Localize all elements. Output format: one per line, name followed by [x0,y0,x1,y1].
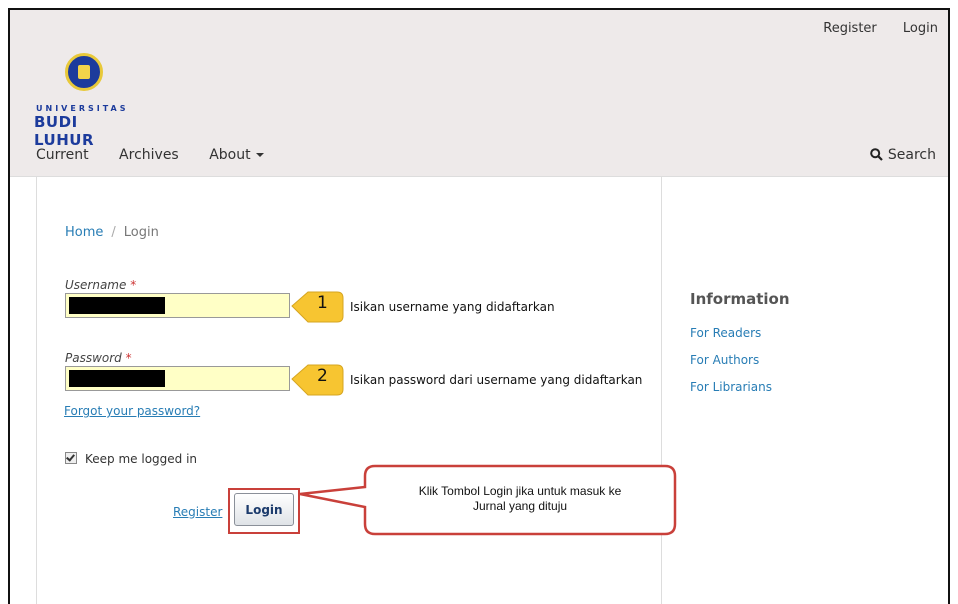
login-callout-line-2: Jurnal yang dituju [472,499,568,513]
browser-frame: Register Login UNIVERSITAS BUDI LUHUR Cu… [8,8,950,604]
login-callout-text: Klik Tombol Login jika untuk masuk ke Ju… [365,484,675,514]
login-callout-line-1: Klik Tombol Login jika untuk masuk ke [418,484,622,498]
step-1-number: 1 [317,293,328,313]
step-2-number: 2 [317,366,328,386]
step-1-text: Isikan username yang didaftarkan [350,300,555,314]
step-2-text: Isikan password dari username yang didaf… [350,373,643,387]
